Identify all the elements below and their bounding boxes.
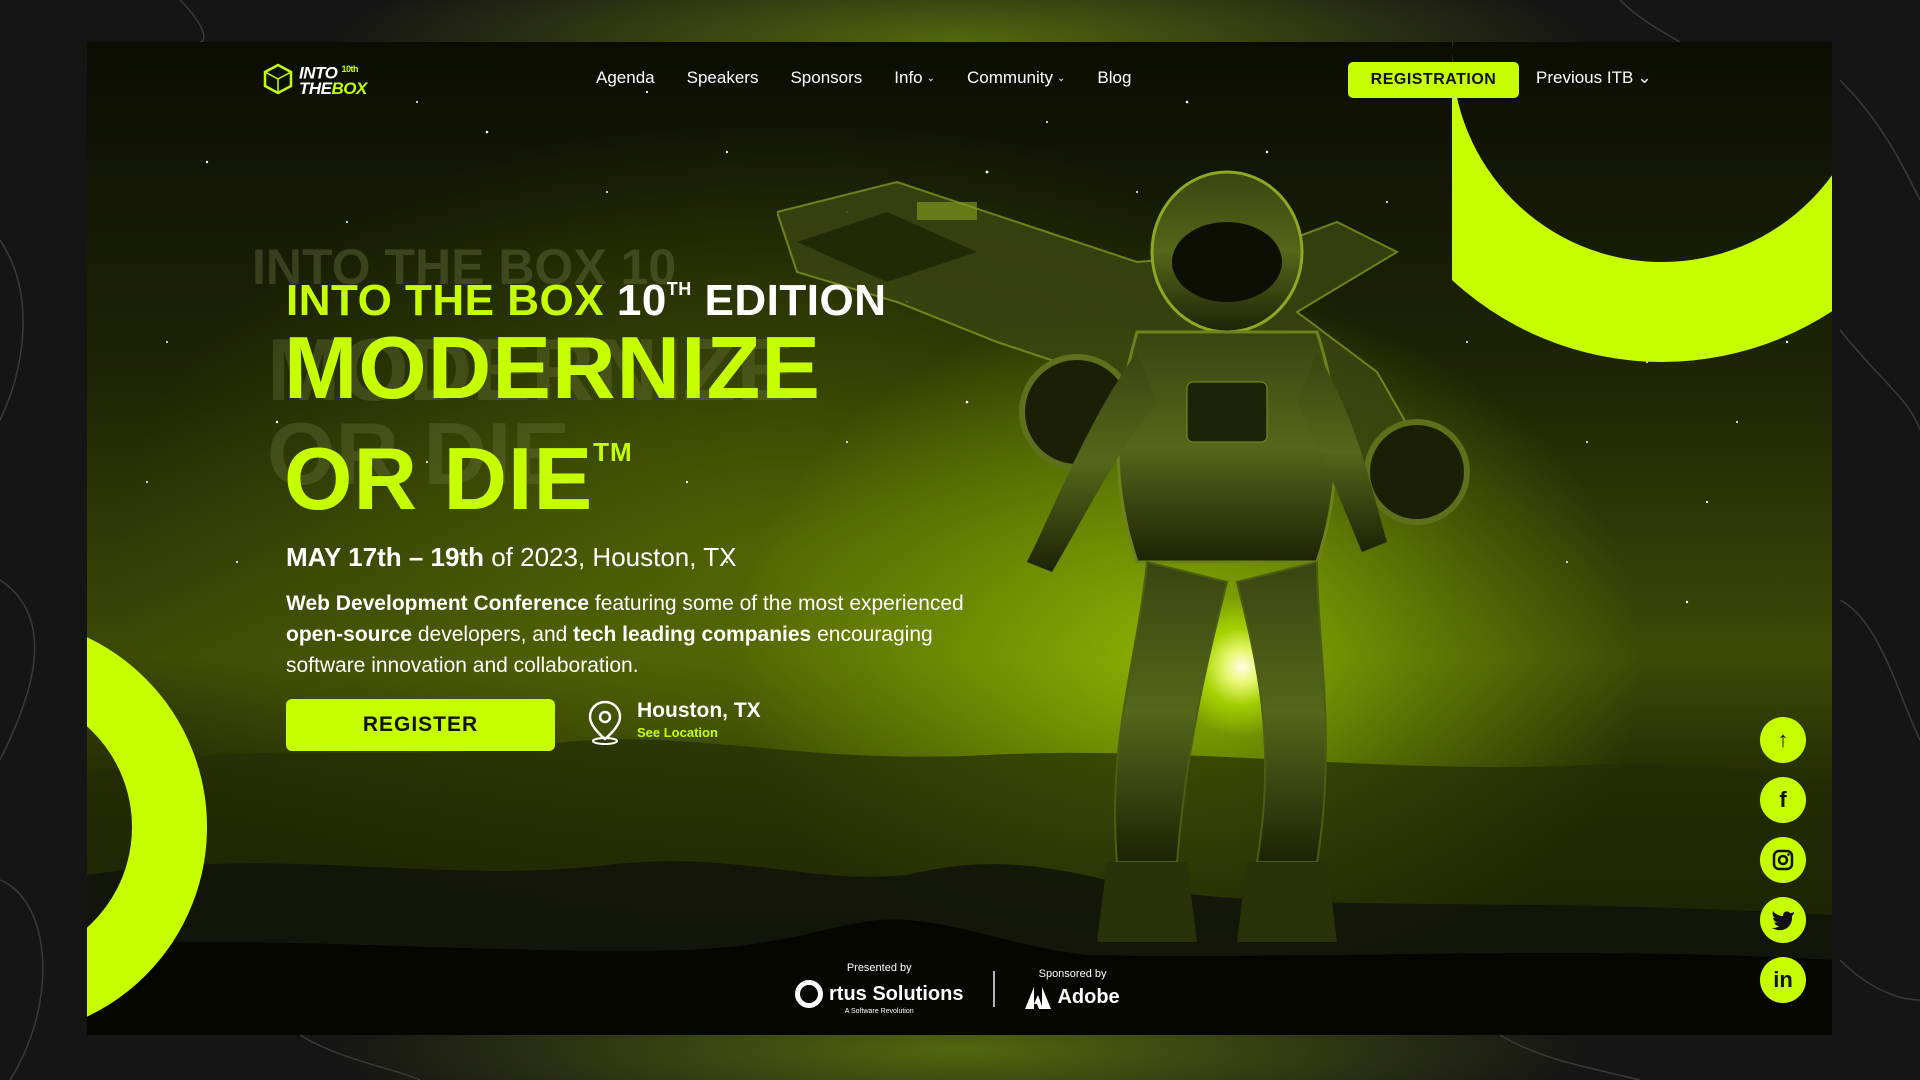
chevron-down-icon: ⌄ — [1637, 68, 1652, 87]
presenter-block: Presented by rtus Solutions A Software R… — [795, 962, 963, 1015]
chevron-down-icon: ⌄ — [1057, 72, 1066, 84]
decorative-arc-bottom-left — [87, 617, 217, 1035]
nav-link-agenda[interactable]: Agenda — [596, 68, 655, 88]
linkedin-icon[interactable]: in — [1760, 957, 1806, 1003]
ortus-ring-icon — [795, 980, 823, 1008]
chevron-down-icon: ⌄ — [926, 72, 936, 84]
headline: MODERNIZE OR DIETM — [284, 318, 821, 528]
cube-icon — [263, 63, 293, 95]
nav-link-sponsors[interactable]: Sponsors — [790, 68, 862, 88]
location-info: Houston, TX See Location — [585, 699, 761, 745]
nav-links: Agenda Speakers Sponsors Info ⌄ Community… — [596, 68, 1131, 88]
sponsor-divider — [993, 970, 996, 1007]
sponsors-bar: Presented by rtus Solutions A Software R… — [795, 962, 1120, 1015]
adobe-logo[interactable]: Adobe — [1025, 986, 1120, 1009]
adobe-icon — [1025, 986, 1052, 1009]
hero-canvas: INTO 10th THEBOX Agenda Speakers Sponsor… — [87, 42, 1832, 1035]
nav-link-blog[interactable]: Blog — [1097, 68, 1131, 88]
map-pin-icon — [588, 700, 622, 745]
social-links: ↑ f in — [1760, 717, 1806, 1003]
registration-button[interactable]: REGISTRATION — [1348, 62, 1519, 98]
event-dates: MAY 17th – 19th of 2023, Houston, TX — [286, 542, 737, 572]
register-button[interactable]: REGISTER — [286, 699, 555, 751]
itb-logo[interactable]: INTO 10th THEBOX — [263, 62, 367, 98]
facebook-icon[interactable]: f — [1760, 777, 1806, 823]
sponsor-block: Sponsored by Adobe — [1025, 968, 1120, 1009]
ortus-logo[interactable]: rtus Solutions — [795, 980, 963, 1008]
nav-link-info[interactable]: Info ⌄ — [894, 68, 935, 88]
arrow-up-icon[interactable]: ↑ — [1760, 717, 1806, 763]
previous-itb-dropdown[interactable]: Previous ITB ⌄ — [1536, 68, 1652, 88]
logo-wordmark: INTO 10th THEBOX — [299, 63, 367, 98]
nav-link-community[interactable]: Community ⌄ — [967, 68, 1065, 88]
twitter-icon[interactable] — [1760, 897, 1806, 943]
event-description: Web Development Conference featuring som… — [286, 592, 964, 677]
instagram-icon[interactable] — [1760, 837, 1806, 883]
see-location-link[interactable]: See Location — [637, 725, 761, 740]
location-city: Houston, TX — [637, 699, 761, 722]
nav-link-speakers[interactable]: Speakers — [687, 68, 759, 88]
top-navigation: INTO 10th THEBOX Agenda Speakers Sponsor… — [87, 42, 1832, 122]
